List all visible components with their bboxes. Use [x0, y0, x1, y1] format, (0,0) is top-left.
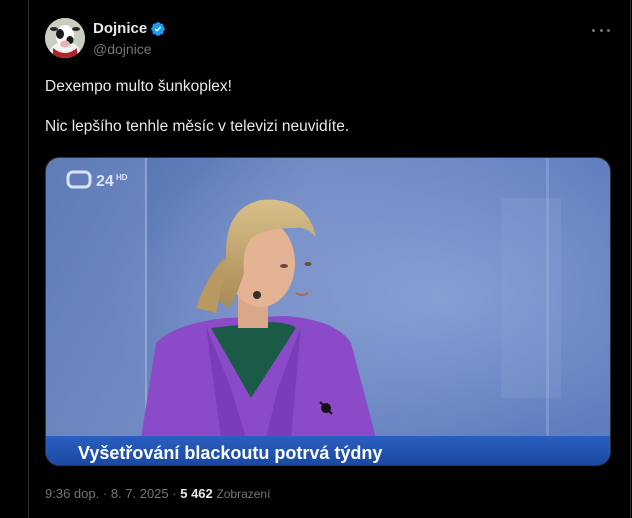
post-date[interactable]: 8. 7. 2025 [111, 486, 169, 501]
post-text: Dexempo multo šunkoplex! Nic lepšího ten… [45, 77, 605, 137]
timeline-left-border [28, 0, 29, 518]
author-name[interactable]: Dojnice [93, 20, 147, 37]
channel-number: 24 [96, 173, 114, 190]
meta-separator: · [102, 486, 108, 501]
views-count: 5 462 [180, 486, 213, 501]
post-video[interactable]: 24 HD Vyšetřování blackoutu potrvá týdny [45, 157, 611, 466]
verified-badge-icon [151, 22, 165, 36]
channel-hd: HD [116, 173, 128, 182]
author-avatar[interactable] [45, 18, 85, 58]
author-handle[interactable]: @dojnice [93, 41, 152, 57]
timeline-right-border [630, 0, 631, 518]
post-time[interactable]: 9:36 dop. [45, 486, 99, 501]
meta-separator: · [172, 486, 177, 501]
post-metadata: 9:36 dop. · 8. 7. 2025 · 5 462 Zobrazení [45, 486, 270, 501]
news-caption: Vyšetřování blackoutu potrvá týdny [78, 443, 382, 463]
more-options-icon[interactable] [592, 22, 610, 38]
views-label: Zobrazení [216, 487, 271, 501]
post-text-line-2: Nic lepšího tenhle měsíc v televizi neuv… [45, 118, 350, 135]
post-text-line-1: Dexempo multo šunkoplex! [45, 78, 232, 95]
